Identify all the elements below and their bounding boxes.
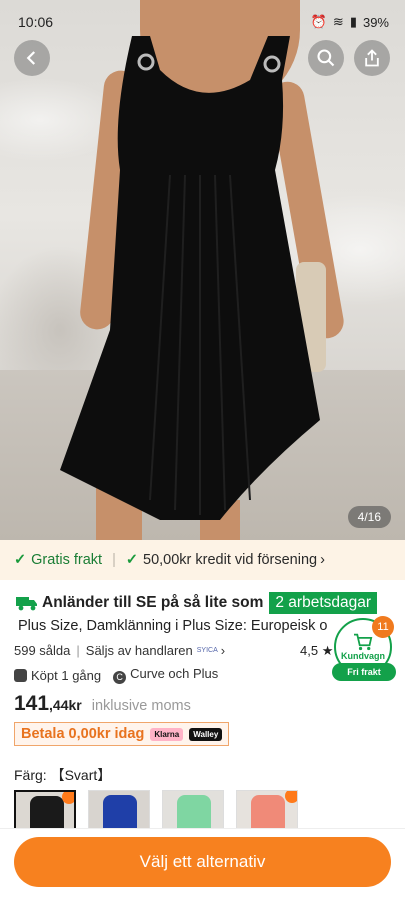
bought-label: Köpt 1 gång (31, 667, 102, 683)
status-bar: 10:06 ⏰ ≋ ▮ 39% (0, 0, 405, 44)
swatch-dress (251, 795, 285, 829)
pay-later-text: Betala 0,00kr idag (21, 726, 145, 742)
divider: | (76, 643, 80, 658)
product-tags: Köpt 1 gång C Curve och Plus (14, 666, 218, 684)
seller-brand[interactable]: SYICA (197, 647, 218, 654)
back-button[interactable] (14, 40, 50, 76)
swatch-dress (177, 795, 211, 829)
product-meta: 599 sålda | Säljs av handlaren SYICA › (14, 643, 225, 658)
check-icon: ✓ (125, 552, 138, 568)
brand-c-icon: C (113, 671, 127, 684)
status-icons: ⏰ ≋ ▮ 39% (311, 14, 389, 30)
fire-icon (62, 792, 74, 804)
back-arrow-icon (26, 51, 36, 65)
chevron-right-icon: › (320, 552, 325, 568)
divider: | (112, 552, 116, 568)
product-image[interactable] (0, 0, 405, 540)
fire-icon (285, 791, 297, 803)
seller-label[interactable]: Säljs av handlaren (86, 643, 193, 658)
star-icon: ★ (321, 643, 334, 658)
tax-note: inklusive moms (91, 698, 191, 714)
swatch-green[interactable] (162, 790, 224, 830)
bought-tag: Köpt 1 gång (14, 668, 101, 683)
delivery-estimate: Anländer till SE på så lite som 2 arbets… (16, 592, 378, 614)
free-shipping-label: Gratis frakt (31, 552, 103, 568)
walley-logo: Walley (189, 727, 223, 741)
color-label: Färg: 【Svart】 (14, 767, 112, 783)
pay-later-banner[interactable]: Betala 0,00kr idag Klarna Walley (14, 722, 230, 746)
brand-label: Curve och Plus (130, 666, 219, 681)
wifi-icon: ≋ (332, 14, 344, 29)
swatch-dress (30, 796, 64, 828)
share-button[interactable] (354, 40, 390, 76)
delivery-text: Anländer till SE på så lite som (42, 594, 264, 611)
chevron-right-icon[interactable]: › (221, 643, 225, 658)
shipping-bar[interactable]: ✓ Gratis frakt | ✓ 50,00kr kredit vid fö… (0, 540, 405, 580)
product-title[interactable]: Plus Size, Damklänning i Plus Size: Euro… (18, 618, 388, 634)
swatch-coral[interactable] (236, 790, 298, 830)
delivery-days-badge: 2 arbetsdagar (269, 592, 378, 614)
search-icon (317, 49, 335, 67)
brand-tag[interactable]: C Curve och Plus (113, 666, 218, 684)
bottom-bar: Välj ett alternativ (0, 828, 405, 900)
alarm-icon: ⏰ (310, 14, 327, 29)
battery-level: 39% (362, 14, 389, 30)
cart-icon (354, 633, 373, 651)
swatch-dress (103, 795, 137, 829)
price-decimals: ,44kr (49, 697, 82, 713)
cart-count-badge: 11 (372, 616, 394, 638)
share-icon (365, 49, 379, 67)
cart-label: Kundvagn (341, 651, 385, 661)
signal-icon: ▮ (349, 14, 357, 29)
search-button[interactable] (308, 40, 344, 76)
rating-value: 4,5 (300, 643, 319, 658)
truck-icon (16, 597, 37, 611)
color-swatches (14, 790, 298, 830)
klarna-logo: Klarna (150, 727, 184, 741)
swatch-black[interactable] (14, 790, 76, 830)
cart-free-shipping-badge: Fri frakt (332, 663, 396, 681)
image-counter: 4/16 (347, 506, 391, 528)
delay-credit-label: 50,00kr kredit vid försening (143, 552, 318, 568)
price: 141 ,44kr inklusive moms (14, 692, 191, 716)
swatch-blue[interactable] (88, 790, 150, 830)
bag-icon (14, 668, 27, 682)
check-icon: ✓ (14, 552, 27, 568)
dress-image (60, 36, 320, 520)
rating[interactable]: 4,5 ★ (300, 643, 333, 659)
sold-count: 599 sålda (14, 643, 71, 658)
price-main: 141 (14, 692, 50, 715)
status-time: 10:06 (18, 14, 54, 30)
select-option-button[interactable]: Välj ett alternativ (14, 837, 391, 887)
